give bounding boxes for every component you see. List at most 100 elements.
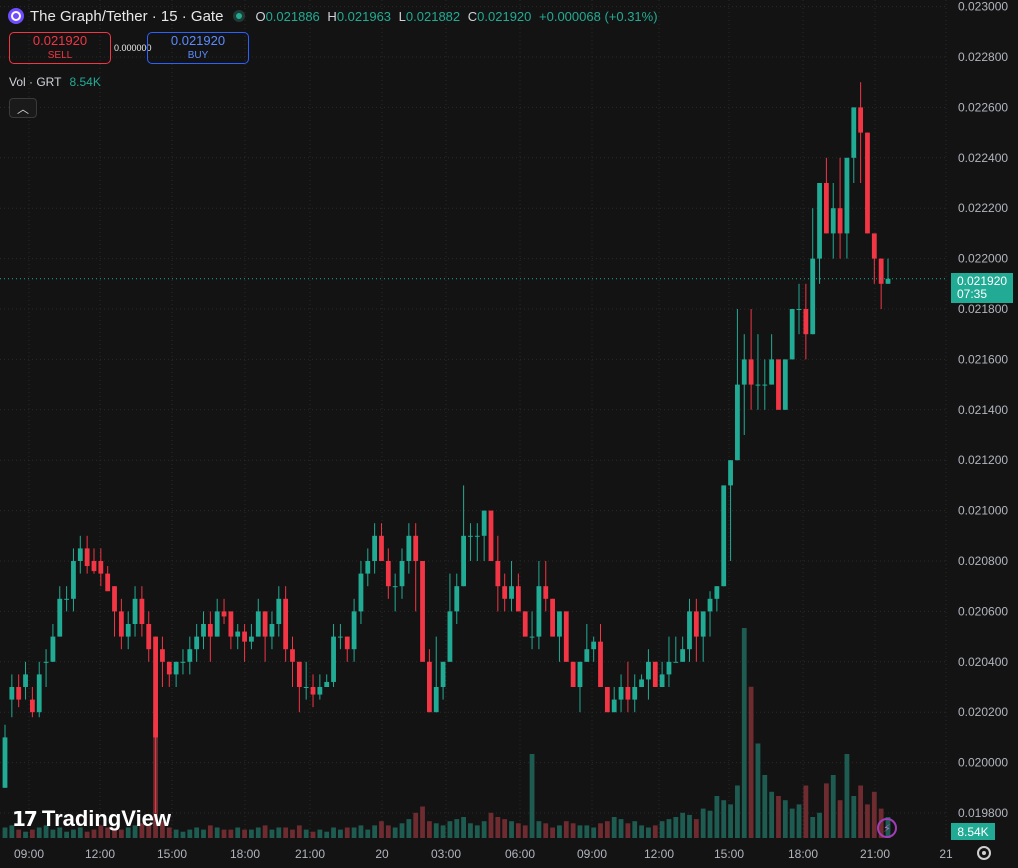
- price-axis[interactable]: 0.023000 0.022800 0.022600 0.022400 0.022200…: [958, 0, 1008, 820]
- time-tick-label: 15:00: [157, 847, 187, 861]
- sell-button[interactable]: 0.021920 SELL: [9, 32, 111, 64]
- candle-body: [242, 631, 247, 642]
- volume-bar: [762, 775, 768, 838]
- candle-body: [721, 485, 727, 587]
- candle-body: [262, 611, 268, 637]
- volume-bar: [557, 825, 562, 838]
- volume-bar: [721, 800, 727, 838]
- candle-body: [639, 679, 644, 687]
- volume-label: Vol · GRT: [9, 75, 62, 89]
- candle-body: [488, 510, 494, 561]
- lightning-icon[interactable]: ⚡: [877, 818, 897, 838]
- volume-bar: [324, 831, 330, 838]
- candle-body: [687, 611, 692, 650]
- candle-body: [146, 624, 152, 650]
- price-chart[interactable]: 0.023000 0.022800 0.022600 0.022400 0.022200…: [0, 0, 1018, 868]
- symbol-title[interactable]: The Graph/Tether · 15 · Gate: [30, 8, 223, 25]
- volume-bar: [844, 754, 850, 838]
- candle-body: [762, 384, 768, 386]
- candle-body: [851, 107, 857, 158]
- candle-body: [632, 687, 638, 700]
- volume-bar: [851, 796, 857, 838]
- volume-bar: [84, 831, 90, 838]
- volume-bar: [502, 819, 508, 838]
- volume-bar: [618, 819, 624, 838]
- volume-legend[interactable]: Vol · GRT 8.54K: [9, 75, 101, 89]
- candle-body: [495, 561, 501, 587]
- candle-body: [563, 611, 569, 662]
- time-tick-label: 09:00: [14, 847, 44, 861]
- candle-body: [385, 561, 391, 587]
- volume-bar: [221, 829, 227, 838]
- time-tick-label: 09:00: [577, 847, 607, 861]
- candle-body: [557, 611, 562, 637]
- buy-button[interactable]: 0.021920 BUY: [147, 32, 249, 64]
- low-value: 0.021882: [405, 8, 461, 24]
- high-label: H: [327, 8, 337, 24]
- candle-body: [71, 561, 76, 599]
- collapse-legend-button[interactable]: ︿: [9, 98, 37, 118]
- volume-bar: [454, 819, 460, 838]
- candle-body: [112, 586, 117, 612]
- time-tick-label: 06:00: [505, 847, 535, 861]
- candle-body: [728, 460, 733, 486]
- candle-body: [180, 661, 186, 663]
- candle-body: [782, 359, 788, 410]
- price-tick-label: 0.022000: [958, 252, 1008, 266]
- candle-body: [43, 661, 49, 663]
- time-tick-label: 21: [939, 847, 953, 861]
- candle-body: [714, 586, 720, 599]
- candle-body: [440, 661, 446, 687]
- volume-bar: [700, 808, 706, 838]
- volume-bar: [2, 827, 8, 838]
- volume-bar: [536, 821, 542, 838]
- candle-body: [823, 183, 829, 234]
- volume-bar: [652, 825, 658, 838]
- candle-body: [652, 661, 658, 687]
- candle-body: [735, 384, 740, 461]
- price-tick-label: 0.020400: [958, 655, 1008, 669]
- volume-bar: [817, 812, 822, 838]
- volume-bar: [413, 812, 419, 838]
- candle-body: [249, 636, 254, 642]
- price-tick-label: 0.021800: [958, 302, 1008, 316]
- time-tick-label: 18:00: [788, 847, 818, 861]
- candle-body: [858, 107, 864, 133]
- candle-body: [536, 586, 542, 637]
- volume-bar: [207, 825, 213, 838]
- volume-bar: [358, 825, 364, 838]
- volume-bar: [433, 823, 439, 838]
- buy-label: BUY: [187, 50, 209, 61]
- volume-bar: [680, 812, 686, 838]
- volume-bar: [796, 804, 802, 838]
- volume-bar: [242, 829, 247, 838]
- volume-bar: [426, 821, 432, 838]
- volume-bar: [331, 827, 336, 838]
- candle-body: [399, 561, 405, 587]
- candle-body: [290, 649, 295, 662]
- candle-body: [310, 687, 316, 695]
- candle-body: [338, 636, 343, 638]
- candle-body: [878, 258, 884, 284]
- candle-body: [98, 561, 104, 574]
- candle-body: [173, 661, 179, 675]
- candle-body: [91, 561, 97, 572]
- candle-body: [474, 535, 480, 537]
- volume-bar: [659, 821, 665, 838]
- price-tick-label: 0.021400: [958, 403, 1008, 417]
- volume-bar: [871, 791, 877, 838]
- close-label: C: [467, 8, 478, 24]
- volume-bar: [269, 829, 275, 838]
- candle-body: [331, 636, 336, 682]
- volume-bar: [351, 827, 357, 838]
- gear-icon[interactable]: [977, 846, 991, 860]
- chart-grid: [0, 0, 948, 838]
- candle-body: [29, 699, 35, 713]
- price-tick-label: 0.023000: [958, 0, 1008, 14]
- time-axis[interactable]: 09:00 12:00 15:00 18:00 21:00 20 03:00 06:00 09:…: [14, 847, 953, 861]
- volume-bar: [550, 827, 555, 838]
- candle-body: [433, 687, 439, 713]
- volume-bar: [228, 829, 234, 838]
- tradingview-logo[interactable]: 17 TradingView: [12, 806, 171, 832]
- candle-body: [529, 636, 535, 638]
